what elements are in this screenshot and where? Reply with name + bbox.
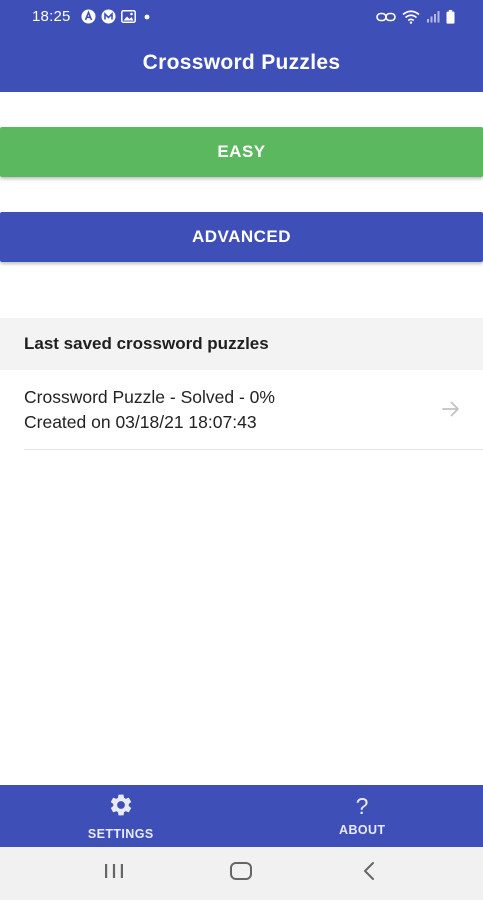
saved-puzzles-header: Last saved crossword puzzles xyxy=(0,318,483,370)
saved-puzzle-text: Crossword Puzzle - Solved - 0% Created o… xyxy=(24,386,275,433)
nav-about-label: ABOUT xyxy=(339,823,386,837)
question-mark-icon: ? xyxy=(355,793,369,819)
bottom-nav: SETTINGS ? ABOUT xyxy=(0,785,483,847)
nav-settings-label: SETTINGS xyxy=(87,826,154,841)
image-icon xyxy=(120,10,136,23)
m-circle-icon xyxy=(101,9,116,24)
recents-button[interactable] xyxy=(84,854,144,894)
wifi-icon xyxy=(402,9,420,24)
a-circle-icon xyxy=(81,9,96,24)
saved-puzzles-header-label: Last saved crossword puzzles xyxy=(24,334,269,353)
link-icon xyxy=(376,11,396,23)
nav-about[interactable]: ? ABOUT xyxy=(242,785,483,847)
back-icon xyxy=(361,861,377,886)
saved-puzzle-created: Created on 03/18/21 18:07:43 xyxy=(24,412,257,432)
saved-puzzle-title: Crossword Puzzle - Solved - 0% xyxy=(24,387,275,407)
dot-icon xyxy=(141,11,153,23)
home-button[interactable] xyxy=(211,854,271,894)
back-button[interactable] xyxy=(339,854,399,894)
status-time: 18:25 xyxy=(32,8,71,25)
app-bar: Crossword Puzzles xyxy=(0,33,483,92)
signal-icon xyxy=(426,10,440,23)
status-right xyxy=(376,9,455,24)
home-icon xyxy=(229,861,253,886)
saved-puzzle-item[interactable]: Crossword Puzzle - Solved - 0% Created o… xyxy=(24,370,483,450)
gear-icon xyxy=(107,792,135,821)
recents-icon xyxy=(103,862,125,885)
status-bar: 18:25 xyxy=(0,0,483,33)
battery-icon xyxy=(446,9,455,24)
page-title: Crossword Puzzles xyxy=(142,50,341,74)
arrow-right-icon xyxy=(441,400,461,423)
advanced-button[interactable]: ADVANCED xyxy=(0,212,483,262)
status-left: 18:25 xyxy=(32,8,153,25)
easy-button[interactable]: EASY xyxy=(0,127,483,177)
nav-settings[interactable]: SETTINGS xyxy=(0,785,242,847)
system-nav-bar xyxy=(0,847,483,900)
